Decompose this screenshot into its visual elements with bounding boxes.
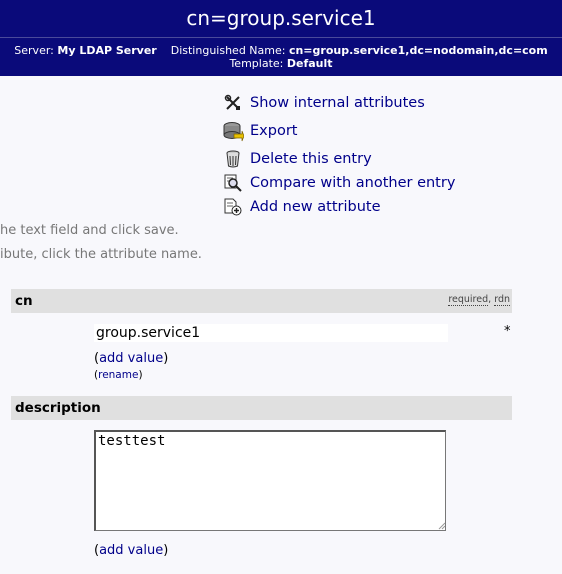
cn-add-value: (add value) <box>94 351 168 366</box>
required-tag: required <box>448 294 489 306</box>
attribute-header-description: description <box>11 396 512 420</box>
attribute-header-cn: cn required, rdn <box>11 289 512 313</box>
entry-actions: Show internal attributes Export Delete t… <box>222 92 455 219</box>
rename-hint-text: ibute, click the attribute name. <box>0 247 202 262</box>
tools-icon <box>222 92 244 114</box>
tag-separator: , <box>488 294 492 305</box>
attribute-name-cn[interactable]: cn <box>15 293 33 309</box>
close-paren: ) <box>138 369 143 381</box>
edit-hint-text: he text field and click save. <box>0 223 179 238</box>
template-label: Template: <box>229 57 284 70</box>
description-value-textarea[interactable]: testtest <box>94 430 446 531</box>
server-info-bar: Server: My LDAP Server Distinguished Nam… <box>0 37 562 76</box>
action-label: Delete this entry <box>250 151 372 167</box>
rdn-tag: rdn <box>494 294 510 306</box>
close-paren: ) <box>163 351 169 366</box>
dn-label: Distinguished Name: <box>170 44 286 57</box>
dn-value: cn=group.service1,dc=nodomain,dc=com <box>288 44 548 57</box>
trash-icon <box>222 148 244 170</box>
resize-grip-icon[interactable] <box>436 520 446 530</box>
cn-value-input[interactable] <box>94 324 448 342</box>
compare-icon <box>222 172 244 194</box>
action-label: Export <box>250 123 298 139</box>
add-value-link-description[interactable]: add value <box>99 543 163 558</box>
add-value-link-cn[interactable]: add value <box>99 351 163 366</box>
action-label: Add new attribute <box>250 199 381 215</box>
export-icon <box>222 120 244 142</box>
show-internal-attributes-link[interactable]: Show internal attributes <box>222 92 455 114</box>
compare-entry-link[interactable]: Compare with another entry <box>222 171 455 195</box>
close-paren: ) <box>163 543 169 558</box>
delete-entry-link[interactable]: Delete this entry <box>222 147 455 171</box>
template-value: Default <box>286 57 333 70</box>
page-title-bar: cn=group.service1 <box>0 0 562 37</box>
cn-rename: (rename) <box>94 369 143 381</box>
server-info-row: Server: My LDAP Server Distinguished Nam… <box>0 44 562 57</box>
add-attribute-link[interactable]: Add new attribute <box>222 195 455 219</box>
page-title: cn=group.service1 <box>186 6 376 30</box>
attribute-name-description[interactable]: description <box>15 400 101 416</box>
add-attribute-icon <box>222 196 244 218</box>
rename-link[interactable]: rename <box>98 369 138 381</box>
attribute-tags: required, rdn <box>448 294 510 306</box>
action-label: Compare with another entry <box>250 175 456 191</box>
description-add-value: (add value) <box>94 543 168 558</box>
template-info-row: Template: Default <box>0 57 562 70</box>
action-label: Show internal attributes <box>250 95 425 111</box>
server-label: Server: <box>14 44 54 57</box>
server-value: My LDAP Server <box>57 44 157 57</box>
export-link[interactable]: Export <box>222 119 455 143</box>
required-marker: * <box>504 324 511 339</box>
